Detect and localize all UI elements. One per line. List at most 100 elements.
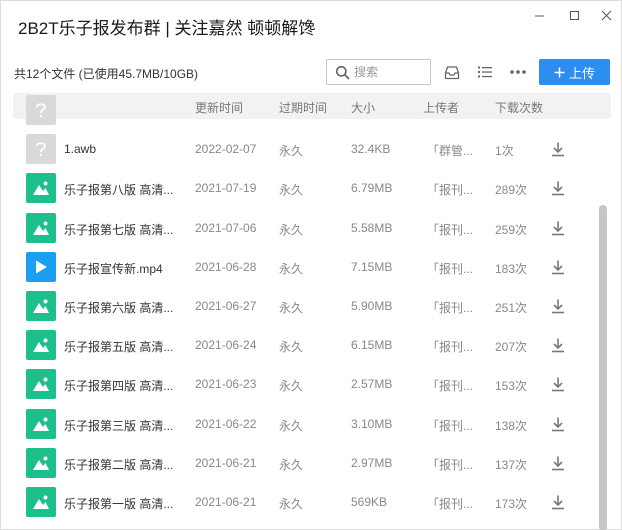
upload-button[interactable]: 上传 xyxy=(539,59,610,85)
file-uploader: 「报刊... xyxy=(427,183,474,198)
file-row[interactable]: 乐子报第四版 高清... 2021-06-23 永久 2.57MB 「报刊... 153次 xyxy=(13,365,595,404)
file-name[interactable]: 1.awb xyxy=(64,142,182,156)
file-row[interactable]: 乐子报第七版 高清... 2021-07-06 永久 5.58MB 「报刊... 259次 xyxy=(13,209,595,248)
file-downloads: 259次 xyxy=(495,222,528,237)
file-size: 6.15MB xyxy=(351,338,393,353)
file-row[interactable]: 乐子报第五版 高清... 2021-06-24 永久 6.15MB 「报刊... 207次 xyxy=(13,326,595,365)
file-name[interactable]: 乐子报第七版 高清... xyxy=(64,221,182,238)
search-icon xyxy=(335,65,350,85)
image-file-icon xyxy=(26,408,56,439)
file-name[interactable]: 乐子报第四版 高清... xyxy=(64,377,182,394)
file-name[interactable]: 乐子报第六版 高清... xyxy=(64,299,182,316)
file-uploader: 「报刊... xyxy=(427,340,474,355)
file-size: 2.57MB xyxy=(351,377,393,392)
file-updated: 2021-06-22 xyxy=(195,416,257,431)
file-expires: 永久 xyxy=(279,379,304,394)
download-icon[interactable] xyxy=(550,376,566,395)
file-updated: 2021-06-24 xyxy=(195,338,257,353)
group-files-window: 2B2T乐子报发布群 | 关注嘉然 顿顿解馋 共12个文件 (已使用45.7MB… xyxy=(0,0,622,530)
image-file-icon xyxy=(26,173,56,204)
file-expires: 永久 xyxy=(279,418,304,433)
file-row[interactable]: 乐子报第一版 高清... 2021-06-21 永久 569KB 「报刊... 173次 xyxy=(13,483,595,522)
file-name[interactable]: 乐子报第三版 高清... xyxy=(64,417,182,434)
file-expires: 永久 xyxy=(279,183,304,198)
file-uploader: 「报刊... xyxy=(427,457,474,472)
file-expires: 永久 xyxy=(279,144,304,159)
image-file-icon xyxy=(26,330,56,361)
unknown-file-icon xyxy=(26,134,56,165)
file-name[interactable]: 乐子报第一版 高清... xyxy=(64,495,182,512)
search-input[interactable] xyxy=(354,63,426,81)
file-size: 32.4KB xyxy=(351,142,391,157)
file-downloads: 289次 xyxy=(495,183,528,198)
file-name[interactable]: 乐子报第八版 高清... xyxy=(64,181,182,198)
inbox-icon[interactable] xyxy=(443,63,461,81)
minimize-icon[interactable] xyxy=(527,5,551,25)
file-row[interactable] xyxy=(13,93,595,130)
plus-icon xyxy=(554,67,565,77)
file-downloads: 173次 xyxy=(495,497,528,511)
file-expires: 永久 xyxy=(279,457,304,472)
scrollbar-thumb[interactable] xyxy=(599,205,607,530)
download-icon[interactable] xyxy=(550,416,566,435)
file-expires: 永久 xyxy=(279,301,304,315)
image-file-icon xyxy=(26,369,56,400)
file-updated: 2021-06-27 xyxy=(195,299,257,313)
file-size: 569KB xyxy=(351,495,388,509)
file-row[interactable]: 乐子报第二版 高清... 2021-06-21 永久 2.97MB 「报刊... 137次 xyxy=(13,444,595,483)
file-list: 文件 更新时间 过期时间 大小 上传者 下载次数 1.awb2022-02-07… xyxy=(13,93,611,530)
file-expires: 永久 xyxy=(279,222,304,237)
download-icon[interactable] xyxy=(550,337,566,356)
file-name[interactable]: 乐子报第二版 高清... xyxy=(64,456,182,473)
file-downloads: 1次 xyxy=(495,144,514,159)
file-updated: 2021-07-19 xyxy=(195,181,257,196)
file-size: 5.58MB xyxy=(351,220,393,235)
file-name[interactable]: 乐子报第五版 高清... xyxy=(64,338,182,355)
download-icon[interactable] xyxy=(550,220,566,239)
file-updated: 2022-02-07 xyxy=(195,142,257,157)
image-file-icon xyxy=(26,291,56,321)
file-size: 6.79MB xyxy=(351,181,393,196)
upload-label: 上传 xyxy=(568,65,595,81)
file-downloads: 251次 xyxy=(495,301,528,315)
file-updated: 2021-06-21 xyxy=(195,495,257,509)
download-icon[interactable] xyxy=(550,494,566,513)
file-uploader: 「群管... xyxy=(427,144,474,159)
file-row[interactable]: 乐子报宣传新.mp4 2021-06-28 永久 7.15MB 「报刊... 183次 xyxy=(13,248,595,287)
storage-info: 共12个文件 (已使用45.7MB/10GB) xyxy=(14,67,199,81)
window-title: 2B2T乐子报发布群 | 关注嘉然 顿顿解馋 xyxy=(18,19,316,38)
file-updated: 2021-06-21 xyxy=(195,455,257,470)
search-box[interactable] xyxy=(326,59,431,85)
file-row[interactable]: 乐子报第八版 高清... 2021-07-19 永久 6.79MB 「报刊... 289次 xyxy=(13,169,595,208)
file-downloads: 153次 xyxy=(495,379,528,394)
download-icon[interactable] xyxy=(550,298,566,317)
download-icon[interactable] xyxy=(550,259,566,278)
file-row[interactable]: 乐子报第三版 高清... 2021-06-22 永久 3.10MB 「报刊... 138次 xyxy=(13,405,595,444)
scrollbar[interactable] xyxy=(598,119,608,530)
file-updated: 2021-07-06 xyxy=(195,220,257,235)
maximize-icon[interactable] xyxy=(562,5,586,25)
image-file-icon xyxy=(26,487,56,517)
file-name[interactable]: 乐子报宣传新.mp4 xyxy=(64,260,182,277)
file-updated: 2021-06-28 xyxy=(195,259,257,274)
file-size: 3.10MB xyxy=(351,416,393,431)
list-view-icon[interactable] xyxy=(476,63,494,81)
unknown-file-icon xyxy=(26,95,56,125)
image-file-icon xyxy=(26,212,56,243)
file-uploader: 「报刊... xyxy=(427,497,474,511)
file-size: 7.15MB xyxy=(351,259,393,274)
more-icon[interactable] xyxy=(509,63,527,81)
file-row[interactable]: 1.awb 2022-02-07 永久 32.4KB 「群管... 1次 xyxy=(13,130,595,169)
file-uploader: 「报刊... xyxy=(427,379,474,394)
file-size: 2.97MB xyxy=(351,455,393,470)
image-file-icon xyxy=(26,447,56,478)
file-row[interactable]: 乐子报第六版 高清... 2021-06-27 永久 5.90MB 「报刊... 251次 xyxy=(13,287,595,326)
file-uploader: 「报刊... xyxy=(427,418,474,433)
file-size: 5.90MB xyxy=(351,299,393,313)
download-icon[interactable] xyxy=(550,141,566,160)
file-expires: 永久 xyxy=(279,261,304,276)
download-icon[interactable] xyxy=(550,180,566,199)
file-uploader: 「报刊... xyxy=(427,301,474,315)
download-icon[interactable] xyxy=(550,455,566,474)
close-icon[interactable] xyxy=(594,5,618,25)
